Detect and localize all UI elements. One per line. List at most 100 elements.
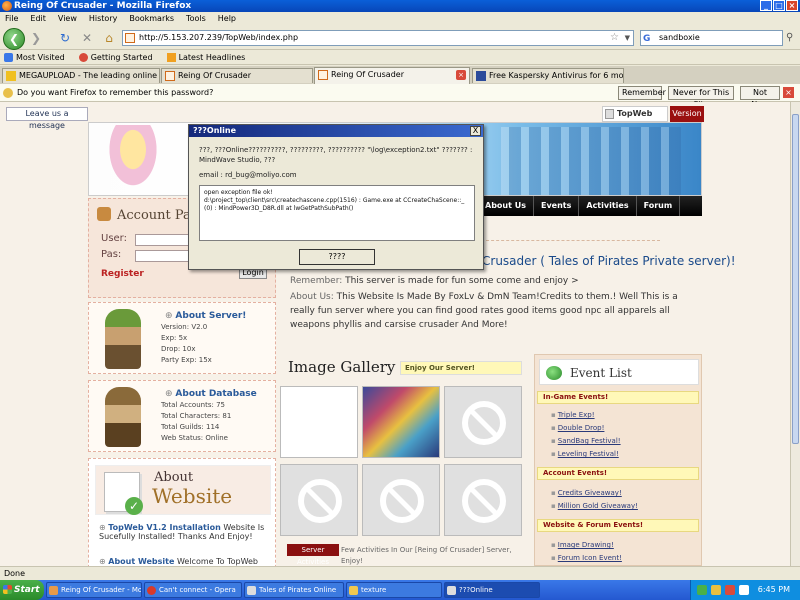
menu-view[interactable]: View <box>58 12 77 26</box>
nav-events[interactable]: Events <box>534 196 580 216</box>
status-bar: Done <box>0 566 800 580</box>
search-value: sandboxie <box>659 33 700 42</box>
event-link[interactable]: SandBag Festival! <box>551 437 621 445</box>
home-icon: ⌂ <box>105 31 113 45</box>
opera-icon <box>147 586 156 595</box>
dialog-ok-button[interactable]: ???? <box>299 249 375 265</box>
stop-button[interactable]: ✕ <box>78 29 96 47</box>
no-image-icon <box>462 401 506 445</box>
most-visited-icon <box>4 52 13 62</box>
tab-reing-of-crusader-1[interactable]: Reing Of Crusader <box>161 68 313 83</box>
task-online-dialog[interactable]: ???Online <box>444 582 540 598</box>
database-stat: Web Status: Online <box>161 434 228 442</box>
website-news-item: About Website Welcome To TopWeb V1.2 - <box>99 557 269 566</box>
tray-antivirus-icon[interactable] <box>725 585 735 595</box>
leave-message-button[interactable]: Leave us a message <box>6 107 88 130</box>
gallery-tagline: Enjoy Our Server! <box>400 361 522 375</box>
no-image-icon <box>462 479 506 523</box>
dialog-close-button[interactable]: X <box>470 126 481 136</box>
task-opera[interactable]: Can't connect - Opera <box>144 582 242 598</box>
tray-network-icon[interactable] <box>697 585 707 595</box>
event-link[interactable]: Triple Exp! <box>551 411 595 419</box>
scrollbar-thumb[interactable] <box>792 114 799 444</box>
back-button[interactable]: ❮ <box>3 28 25 50</box>
start-button[interactable]: Start <box>0 580 44 600</box>
exception-log-textarea[interactable]: open exception file ok! d:\project_top\c… <box>199 185 475 241</box>
home-button[interactable]: ⌂ <box>100 29 118 47</box>
about-website-panel: About Website TopWeb V1.2 Installation W… <box>88 458 276 566</box>
dialog-title[interactable]: ???Online <box>189 125 483 137</box>
never-for-site-button[interactable]: Never for This Site <box>668 86 734 109</box>
gallery-image[interactable] <box>362 464 440 536</box>
nav-activities[interactable]: Activities <box>579 196 637 216</box>
nav-about-us[interactable]: About Us <box>478 196 534 216</box>
gallery-image[interactable] <box>444 464 522 536</box>
search-icon[interactable]: ⚲ <box>786 32 798 44</box>
page-scrollbar[interactable] <box>790 102 800 566</box>
menu-bar: File Edit View History Bookmarks Tools H… <box>0 12 800 26</box>
bookmarks-toolbar: Most Visited Getting Started Latest Head… <box>0 50 800 65</box>
speech-bubble-icon <box>546 366 562 380</box>
search-engine-icon[interactable]: G <box>643 32 650 46</box>
minimize-button[interactable]: _ <box>760 0 772 11</box>
menu-file[interactable]: File <box>5 12 18 26</box>
about-database-title[interactable]: About Database <box>165 389 256 399</box>
about-server-title[interactable]: About Server! <box>165 311 246 321</box>
firefox-icon <box>2 1 12 11</box>
navigation-toolbar: ❮ ❯ ↻ ✕ ⌂ http://5.153.207.239/TopWeb/in… <box>0 26 800 50</box>
task-firefox[interactable]: Reing Of Crusader - Mozi... <box>46 582 142 598</box>
close-tab-icon[interactable]: × <box>456 70 466 80</box>
rss-feed-icon <box>166 52 176 62</box>
server-stat: Version: V2.0 <box>161 323 208 331</box>
menu-bookmarks[interactable]: Bookmarks <box>129 12 174 26</box>
reload-button[interactable]: ↻ <box>56 29 74 47</box>
forward-button[interactable]: ❯ <box>27 29 45 47</box>
gallery-image[interactable] <box>444 386 522 458</box>
tray-shield-icon[interactable] <box>711 585 721 595</box>
window-title-bar[interactable]: Reing Of Crusader - Mozilla Firefox _ □ … <box>0 0 800 12</box>
website-news-item: TopWeb V1.2 Installation Website Is Suce… <box>99 523 269 541</box>
menu-edit[interactable]: Edit <box>30 12 46 26</box>
event-link[interactable]: Forum Icon Event! <box>551 554 622 562</box>
maximize-button[interactable]: □ <box>773 0 785 11</box>
event-link[interactable]: Credits Giveaway! <box>551 489 622 497</box>
bookmark-most-visited[interactable]: Most Visited <box>4 50 65 64</box>
gallery-image[interactable] <box>280 464 358 536</box>
event-link[interactable]: Million Gold Giveaway! <box>551 502 638 510</box>
task-tales-of-pirates[interactable]: Tales of Pirates Online <box>244 582 344 598</box>
url-bar[interactable]: http://5.153.207.239/TopWeb/index.php ☆ … <box>122 30 634 46</box>
window-icon <box>447 586 456 595</box>
tab-reing-of-crusader-active[interactable]: Reing Of Crusader × <box>314 67 470 84</box>
menu-history[interactable]: History <box>89 12 117 26</box>
tab-kaspersky[interactable]: Free Kaspersky Antivirus for 6 months!..… <box>472 68 624 83</box>
gallery-image[interactable] <box>362 386 440 458</box>
register-link[interactable]: Register <box>101 269 144 279</box>
server-activities-label: Server Activities <box>287 544 339 566</box>
event-link[interactable]: Leveling Festival! <box>551 450 619 458</box>
url-dropdown-icon[interactable]: ▼ <box>625 31 630 45</box>
event-link[interactable]: Double Drop! <box>551 424 605 432</box>
gallery-image[interactable] <box>280 386 358 458</box>
search-input[interactable]: G sandboxie <box>640 30 783 46</box>
nav-forum[interactable]: Forum <box>637 196 681 216</box>
close-notification-icon[interactable]: × <box>783 87 794 98</box>
bookmark-star-icon[interactable]: ☆ <box>610 31 619 45</box>
event-list-panel: Event List In-Game Events! Triple Exp! D… <box>534 354 702 566</box>
about-us-line: About Us: This Website Is Made By FoxLv … <box>290 292 678 330</box>
event-link[interactable]: Image Drawing! <box>551 541 614 549</box>
close-window-button[interactable]: × <box>786 0 798 11</box>
menu-help[interactable]: Help <box>218 12 236 26</box>
document-check-icon <box>104 472 143 515</box>
bookmark-getting-started[interactable]: Getting Started <box>78 50 153 64</box>
url-text: http://5.153.207.239/TopWeb/index.php <box>139 33 299 42</box>
not-now-button[interactable]: Not Now <box>740 86 780 109</box>
remember-button[interactable]: Remember <box>618 86 666 100</box>
menu-tools[interactable]: Tools <box>186 12 206 26</box>
taskbar-clock[interactable]: 6:45 PM <box>758 580 790 600</box>
bookmark-latest-headlines[interactable]: Latest Headlines <box>166 50 245 64</box>
task-texture-folder[interactable]: texture <box>346 582 442 598</box>
remember-line: Remember: This server is made for fun so… <box>290 276 579 286</box>
about-database-panel: About Database Total Accounts: 75 Total … <box>88 380 276 452</box>
tray-volume-icon[interactable] <box>739 585 749 595</box>
tab-megaupload[interactable]: MEGAUPLOAD - The leading online stor... <box>2 68 160 83</box>
